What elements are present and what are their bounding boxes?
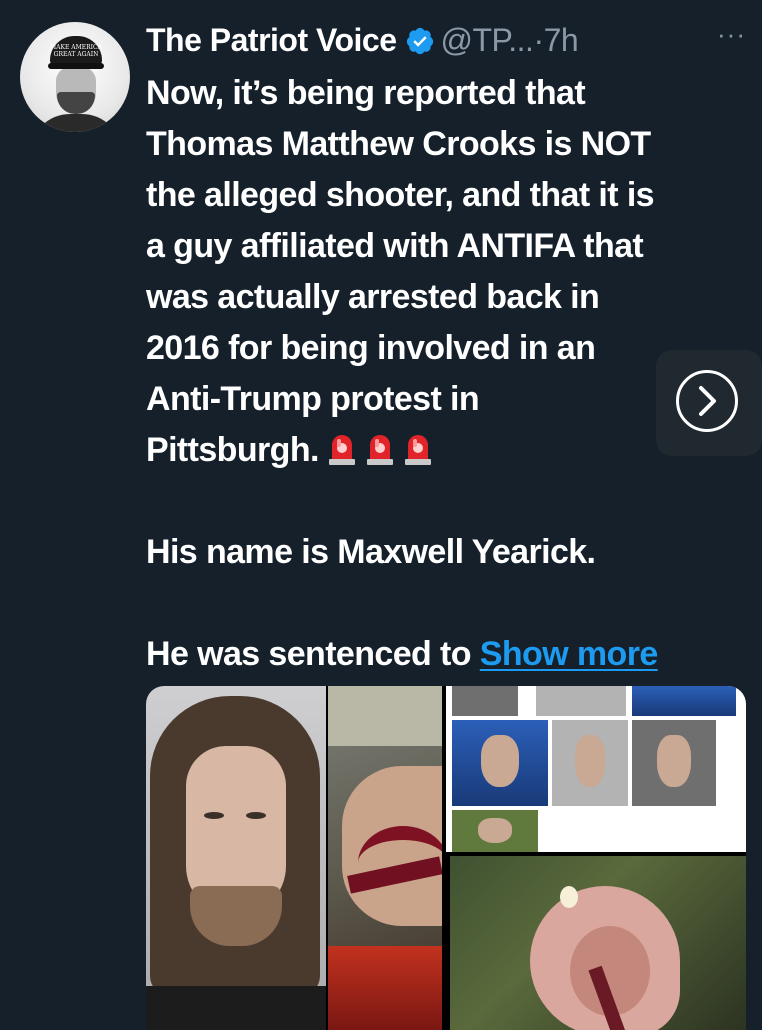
handle[interactable]: @TP...	[441, 20, 534, 60]
collage-thumb	[536, 686, 626, 716]
tweet-line: Pittsburgh.	[146, 431, 319, 469]
mugshot-photo[interactable]	[146, 686, 326, 1030]
author-avatar[interactable]: MAKE AMERICA GREAT AGAIN	[20, 22, 130, 132]
next-button[interactable]	[656, 350, 762, 456]
timestamp[interactable]: 7h	[544, 20, 579, 60]
avatar-cap-brim	[48, 63, 104, 69]
chevron-right-icon	[676, 370, 738, 432]
photo-eye	[204, 812, 224, 819]
avatar-shirt	[30, 114, 122, 132]
collage-thumb	[632, 686, 736, 716]
separator-dot: ·	[533, 22, 544, 58]
more-options-icon[interactable]: ···	[717, 14, 746, 54]
tweet-line: the alleged shooter, and that it is	[146, 176, 655, 214]
ear-closeup-photo[interactable]	[450, 856, 746, 1030]
news-collage-photo[interactable]	[446, 686, 746, 852]
tweet-paragraph-2: His name is Maxwell Yearick.	[146, 533, 596, 571]
siren-emoji-icon	[403, 429, 433, 465]
collage-thumb	[452, 810, 538, 852]
photo-highlight	[560, 886, 578, 908]
siren-emoji-icon	[327, 429, 357, 465]
verified-badge-icon[interactable]	[405, 25, 435, 55]
avatar-beard	[57, 92, 95, 114]
collage-thumb	[452, 686, 518, 716]
tweet-paragraph-3: He was sentenced to Show more	[146, 629, 752, 680]
tweet-truncated-text: He was sentenced to	[146, 635, 472, 673]
collage-thumb	[632, 720, 716, 806]
tweet-header: The Patriot Voice @TP... · 7h ···	[146, 19, 746, 60]
tweet-line: Now, it’s being reported that	[146, 74, 586, 112]
avatar-cap-text: MAKE AMERICA GREAT AGAIN	[50, 44, 102, 58]
collage-thumb	[552, 720, 628, 806]
tweet-line: a guy affiliated with ANTIFA that	[146, 227, 644, 265]
photo-shirt	[146, 986, 326, 1030]
injured-man-photo[interactable]	[328, 686, 442, 1030]
siren-emoji-icon	[365, 429, 395, 465]
photo-shirt	[328, 946, 442, 1030]
photo-eye	[246, 812, 266, 819]
tweet-line: Thomas Matthew Crooks is NOT	[146, 125, 651, 163]
media-grid[interactable]	[146, 686, 746, 1030]
display-name[interactable]: The Patriot Voice	[146, 20, 397, 60]
photo-background	[328, 686, 442, 746]
collage-thumb	[452, 720, 548, 806]
show-more-link[interactable]: Show more	[480, 635, 658, 673]
tweet-line: was actually arrested back in	[146, 278, 600, 316]
